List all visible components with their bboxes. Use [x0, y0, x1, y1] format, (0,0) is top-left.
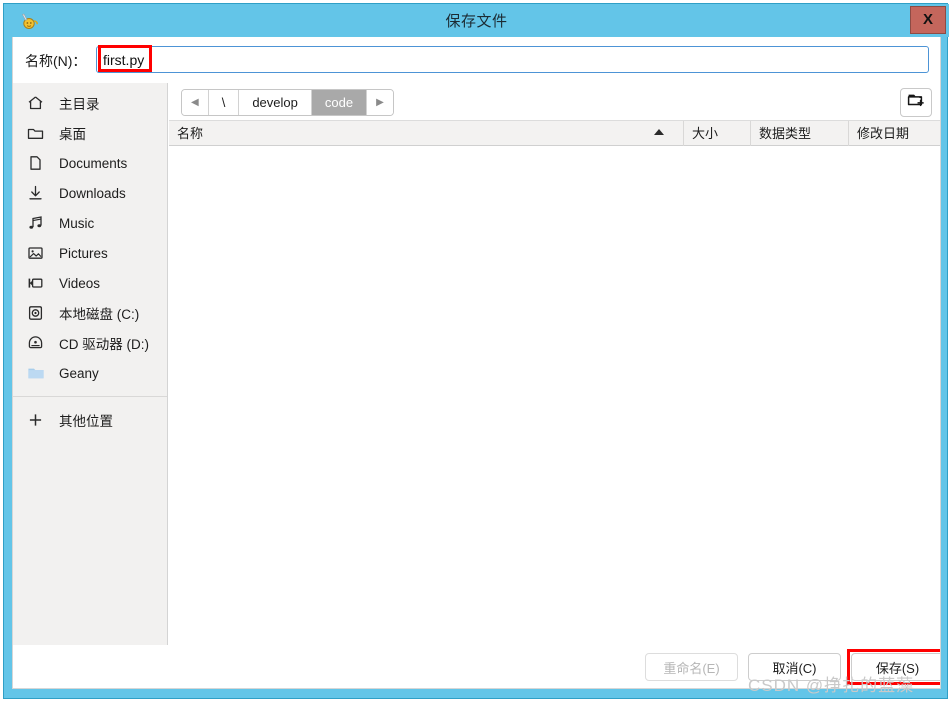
main-area: 主目录 桌面 Documents Downloads Music Picture…	[13, 83, 940, 645]
file-list-column-headers: 名称 大小 数据类型 修改日期	[169, 120, 940, 146]
hard-drive-icon	[27, 304, 49, 322]
rename-button[interactable]: 重命名(E)	[645, 653, 738, 681]
sidebar-item-label: Geany	[59, 365, 99, 381]
breadcrumb: ◀ \ develop code ▶	[181, 89, 394, 116]
breadcrumb-root[interactable]: \	[208, 90, 240, 115]
column-header-type[interactable]: 数据类型	[750, 121, 848, 146]
sidebar-item-label: Documents	[59, 155, 128, 171]
places-sidebar: 主目录 桌面 Documents Downloads Music Picture…	[13, 83, 168, 645]
sidebar-item-cd-drive-d[interactable]: CD 驱动器 (D:)	[13, 328, 167, 358]
file-list[interactable]	[169, 146, 940, 645]
filename-input[interactable]	[103, 47, 923, 72]
breadcrumb-develop[interactable]: develop	[239, 90, 312, 115]
path-bar: ◀ \ develop code ▶	[169, 83, 940, 120]
sidebar-item-pictures[interactable]: Pictures	[13, 238, 167, 268]
filename-label: 名称(N)：	[25, 53, 87, 69]
save-file-dialog-window: 保存文件 X 名称(N)： first.py 主目录 桌面 Documents …	[0, 0, 951, 702]
window-title: 保存文件	[445, 13, 508, 30]
sidebar-item-label: 主目录	[59, 97, 100, 112]
sidebar-item-label: Music	[59, 215, 95, 231]
download-icon	[27, 184, 49, 202]
sidebar-item-downloads[interactable]: Downloads	[13, 178, 167, 208]
filename-input-wrapper[interactable]	[96, 46, 929, 73]
sidebar-item-geany[interactable]: Geany	[13, 358, 167, 388]
sidebar-item-label: Videos	[59, 275, 101, 291]
title-bar: 保存文件 X	[4, 4, 949, 37]
folder-icon	[27, 124, 49, 142]
plus-icon	[27, 411, 49, 429]
sidebar-item-label: CD 驱动器 (D:)	[59, 337, 149, 352]
column-header-size[interactable]: 大小	[683, 121, 750, 146]
sidebar-item-home[interactable]: 主目录	[13, 88, 167, 118]
column-header-modified[interactable]: 修改日期	[848, 121, 940, 146]
sidebar-item-label: Pictures	[59, 245, 108, 261]
sidebar-item-documents[interactable]: Documents	[13, 148, 167, 178]
sidebar-item-other-locations[interactable]: 其他位置	[13, 405, 167, 435]
video-icon	[27, 274, 49, 292]
sidebar-item-videos[interactable]: Videos	[13, 268, 167, 298]
new-folder-icon	[907, 92, 925, 113]
sidebar-item-local-disk-c[interactable]: 本地磁盘 (C:)	[13, 298, 167, 328]
document-icon	[27, 154, 49, 172]
sidebar-item-label: 本地磁盘 (C:)	[59, 307, 140, 322]
breadcrumb-forward-button[interactable]: ▶	[367, 90, 393, 115]
breadcrumb-code[interactable]: code	[311, 90, 368, 115]
create-folder-button[interactable]	[900, 88, 932, 117]
sidebar-item-music[interactable]: Music	[13, 208, 167, 238]
file-browser-pane: ◀ \ develop code ▶ 名称 大小 数据类型 修改日期	[169, 83, 940, 645]
breadcrumb-back-button[interactable]: ◀	[182, 90, 209, 115]
dialog-content: 名称(N)： 主目录	[12, 37, 941, 689]
sidebar-divider	[13, 396, 167, 397]
sort-ascending-icon	[654, 129, 664, 135]
dialog-action-bar: 重命名(E) 取消(C) 保存(S)	[13, 645, 940, 688]
sidebar-item-label: Downloads	[59, 185, 126, 201]
sidebar-item-label: 其他位置	[59, 414, 113, 429]
optical-drive-icon	[27, 334, 49, 352]
home-icon	[27, 94, 49, 112]
picture-icon	[27, 244, 49, 262]
column-header-name[interactable]: 名称	[169, 121, 683, 146]
blue-folder-icon	[27, 364, 49, 382]
window-frame: 保存文件 X 名称(N)： first.py 主目录 桌面 Documents …	[3, 3, 949, 699]
sidebar-item-desktop[interactable]: 桌面	[13, 118, 167, 148]
cancel-button[interactable]: 取消(C)	[748, 653, 841, 681]
close-button[interactable]: X	[910, 6, 946, 34]
sidebar-item-label: 桌面	[59, 127, 86, 142]
music-note-icon	[27, 214, 49, 232]
filename-row: 名称(N)：	[13, 37, 940, 83]
save-button[interactable]: 保存(S)	[851, 653, 940, 681]
